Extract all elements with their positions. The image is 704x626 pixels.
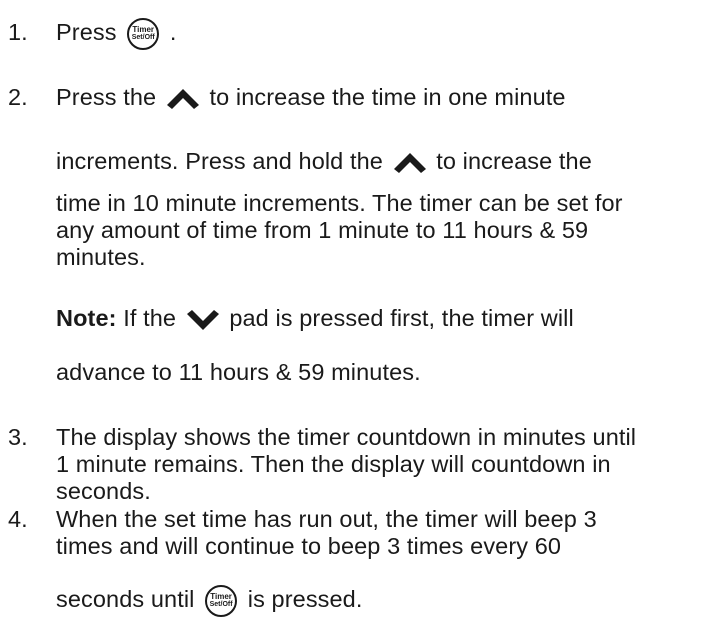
step-3-line-3: seconds. (56, 478, 151, 504)
step-2-line-1: Press the to increase the time in one mi… (56, 83, 566, 111)
step-3-line-2: 1 minute remains. Then the display will … (56, 451, 611, 477)
button-label-line1: Timer (210, 592, 232, 601)
step-number: 2. (8, 84, 28, 110)
timer-set-off-button-icon: Timer Set/Off (127, 18, 160, 50)
note-line-1: Note: If the pad is pressed first, the t… (56, 304, 574, 332)
note-a: If the (123, 305, 177, 331)
step-2-line-2: increments. Press and hold the to increa… (56, 147, 592, 175)
step-1-period: . (169, 19, 177, 46)
button-label-line1: Timer (132, 25, 155, 34)
step-1-text: Press Timer Set/Off . (56, 18, 177, 50)
step-2-line-4: any amount of time from 1 minute to 11 h… (56, 217, 589, 243)
step-2-d: to increase the (436, 148, 592, 174)
step-2-a: Press the (56, 84, 157, 110)
step-2-line-3: time in 10 minute increments. The timer … (56, 190, 623, 216)
down-arrow-icon (186, 309, 219, 330)
up-arrow-icon (393, 152, 426, 173)
step-4-line-3: seconds until Timer Set/Off is pressed. (56, 585, 362, 617)
timer-set-off-button-icon: Timer Set/Off (205, 585, 238, 617)
step-4-line-2: times and will continue to beep 3 times … (56, 533, 562, 559)
step-2-c: increments. Press and hold the (56, 148, 383, 174)
step-4-l3a: seconds until (56, 586, 195, 613)
note-line-2: advance to 11 hours & 59 minutes. (56, 359, 421, 385)
step-4-l3b: is pressed. (247, 586, 363, 613)
note-label: Note: (56, 305, 117, 331)
step-2-line-5: minutes. (56, 244, 146, 270)
note-b: pad is pressed first, the timer will (229, 305, 574, 331)
button-label-line2: Set/Off (131, 34, 155, 41)
step-4-line-1: When the set time has run out, the timer… (56, 506, 597, 532)
step-number: 1. (8, 19, 28, 45)
step-number: 3. (8, 424, 28, 450)
step-number: 4. (8, 506, 28, 532)
up-arrow-icon (166, 88, 199, 109)
step-1-press: Press (56, 19, 117, 46)
step-3-line-1: The display shows the timer countdown in… (56, 424, 637, 450)
button-label-line2: Set/Off (209, 601, 233, 608)
step-2-b: to increase the time in one minute (209, 84, 566, 110)
